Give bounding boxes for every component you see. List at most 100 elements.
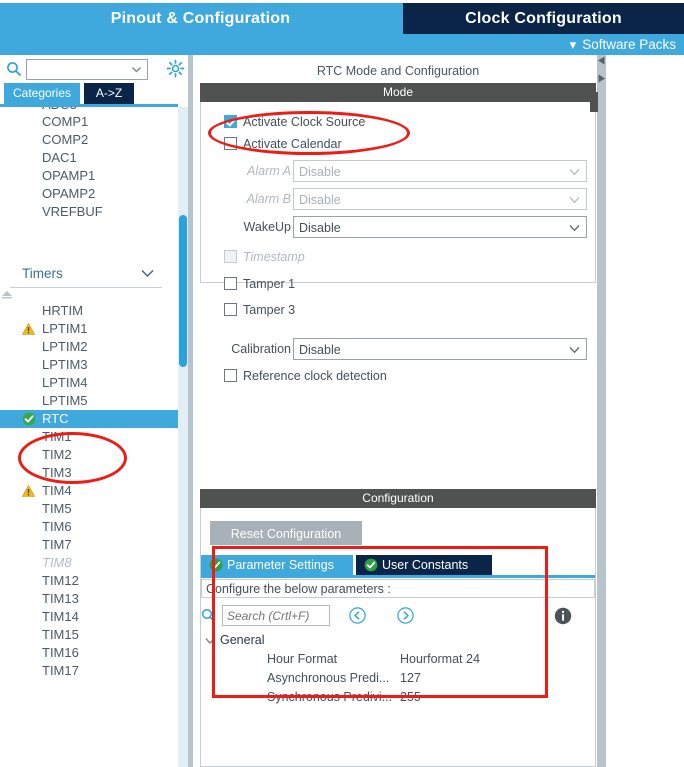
tree-item-tim17[interactable]: TIM17 (0, 662, 178, 680)
warning-icon (22, 485, 35, 497)
checkbox-label: Activate Calendar (243, 137, 342, 151)
gear-icon[interactable] (166, 59, 185, 78)
tree-item-tim13[interactable]: TIM13 (0, 590, 178, 608)
mode-section-header: Mode (200, 83, 596, 102)
sidebar-search-input[interactable] (26, 59, 148, 80)
tree-item-hrtim[interactable]: HRTIM (0, 302, 178, 320)
sidebar-scrollbar-track[interactable] (178, 107, 188, 767)
tree-item-tim1[interactable]: TIM1 (0, 428, 178, 446)
tree-item-dac1[interactable]: DAC1 (0, 149, 178, 167)
tree-group-timers[interactable]: Timers (0, 261, 178, 287)
tab-a-to-z[interactable]: A->Z (84, 83, 134, 104)
tab-categories[interactable]: Categories (4, 83, 80, 104)
chevron-down-icon (132, 67, 141, 73)
tree-item-tim6[interactable]: TIM6 (0, 518, 178, 536)
tab-user-constants[interactable]: User Constants (356, 555, 492, 575)
parameter-row-synchronous-predivider[interactable]: Synchronous Predivi... 255 (201, 688, 595, 707)
green-check-icon (364, 558, 378, 572)
parameter-name: Hour Format (267, 652, 338, 666)
chevron-down-icon (569, 347, 580, 354)
configuration-section-header: Configuration (200, 489, 596, 508)
parameter-value[interactable]: Hourformat 24 (400, 650, 480, 669)
configuration-hint: Configure the below parameters : (201, 579, 595, 598)
tree-item-comp1[interactable]: COMP1 (0, 113, 178, 131)
tab-pinout-configuration[interactable]: Pinout & Configuration (0, 3, 401, 34)
splitter-handle-block[interactable] (590, 92, 598, 112)
chevron-down-icon (569, 169, 580, 176)
tree-item-tim16[interactable]: TIM16 (0, 644, 178, 662)
tree-item-tim2[interactable]: TIM2 (0, 446, 178, 464)
tree-item-label: TIM4 (42, 483, 72, 498)
software-packs-menu[interactable]: ▾ Software Packs (570, 35, 676, 55)
tree-item-tim3[interactable]: TIM3 (0, 464, 178, 482)
parameter-value[interactable]: 127 (400, 669, 421, 688)
sidebar-scrollbar-thumb[interactable] (179, 215, 187, 367)
checkbox-box (224, 369, 237, 382)
chevron-down-icon (569, 225, 580, 232)
right-pane-splitter[interactable] (597, 55, 606, 767)
tree-item-tim8: TIM8 (42, 555, 72, 570)
checkbox-label: Tamper 1 (243, 277, 296, 291)
component-sidebar: Categories A->Z ADC3 COMP1 COMP2 DAC1 OP… (0, 55, 192, 767)
scroll-up-indicator-icon[interactable] (0, 290, 14, 299)
circle-chevron-left-icon[interactable] (349, 607, 366, 624)
parameter-row-hour-format[interactable]: Hour Format Hourformat 24 (201, 650, 595, 669)
software-packs-label: Software Packs (582, 37, 676, 52)
circle-chevron-right-icon[interactable] (397, 607, 414, 624)
tab-clock-configuration[interactable]: Clock Configuration (403, 3, 684, 34)
select-value: Disable (299, 165, 341, 179)
parameter-value[interactable]: 255 (400, 688, 421, 707)
chevron-down-icon (205, 638, 215, 644)
chevron-right-icon[interactable] (597, 74, 606, 83)
tree-item-label: RTC (42, 411, 69, 426)
tree-item-lptim4[interactable]: LPTIM4 (0, 374, 178, 392)
chevron-left-icon[interactable] (597, 56, 606, 65)
field-alarm-a: Alarm A Disable (209, 159, 587, 183)
sidebar-view-tabs: Categories A->Z (0, 83, 192, 104)
tree-item-lptim3[interactable]: LPTIM3 (0, 356, 178, 374)
tree-item-tim14[interactable]: TIM14 (0, 608, 178, 626)
tree-item-comp2[interactable]: COMP2 (0, 131, 178, 149)
parameter-tree: General Hour Format Hourformat 24 Asynch… (201, 631, 595, 741)
field-wakeup: WakeUp Disable (209, 215, 587, 239)
component-tree: ADC3 COMP1 COMP2 DAC1 OPAMP1 OPAMP2 VREF… (0, 107, 178, 767)
info-icon[interactable] (554, 607, 572, 625)
tab-label: Parameter Settings (227, 558, 334, 572)
tree-item-tim4[interactable]: TIM4 (0, 482, 178, 500)
tree-item-tim12[interactable]: TIM12 (0, 572, 178, 590)
tree-item-lptim1[interactable]: LPTIM1 (0, 320, 178, 338)
tree-item-lptim5[interactable]: LPTIM5 (0, 392, 178, 410)
tree-item-label: LPTIM1 (42, 321, 88, 336)
tree-item-rtc[interactable]: RTC (0, 410, 178, 428)
alarm-a-select[interactable]: Disable (293, 160, 587, 182)
sidebar-search-row (0, 55, 192, 83)
checkbox-label: Activate Clock Source (243, 115, 366, 129)
field-label: Alarm A (247, 164, 291, 178)
tree-item-tim7[interactable]: TIM7 (0, 536, 178, 554)
page-title: RTC Mode and Configuration (200, 59, 596, 83)
alarm-b-select[interactable]: Disable (293, 188, 587, 210)
warning-icon (22, 323, 35, 335)
tree-item-tim15[interactable]: TIM15 (0, 626, 178, 644)
tab-parameter-settings[interactable]: Parameter Settings (201, 555, 353, 575)
tree-item-lptim2[interactable]: LPTIM2 (0, 338, 178, 356)
reset-configuration-button[interactable]: Reset Configuration (210, 521, 362, 545)
wakeup-select[interactable]: Disable (293, 216, 587, 238)
field-calibration: Calibration Disable (209, 337, 587, 361)
green-check-icon (209, 558, 223, 572)
tree-item-opamp1[interactable]: OPAMP1 (0, 167, 178, 185)
parameter-group-general[interactable]: General (201, 631, 595, 650)
field-alarm-b: Alarm B Disable (209, 187, 587, 211)
parameter-name: Synchronous Predivi... (267, 690, 393, 704)
tree-item-opamp2[interactable]: OPAMP2 (0, 185, 178, 203)
chevron-down-icon (141, 270, 154, 277)
parameter-row-asynchronous-predivider[interactable]: Asynchronous Predi... 127 (201, 669, 595, 688)
parameter-search-input[interactable] (222, 605, 330, 626)
tree-item-tim5[interactable]: TIM5 (0, 500, 178, 518)
cubemx-window: Pinout & Configuration Clock Configurati… (0, 0, 684, 767)
calibration-select[interactable]: Disable (293, 338, 587, 360)
green-check-icon (22, 412, 36, 426)
checkbox-box (224, 137, 237, 150)
tree-item-vrefbuf[interactable]: VREFBUF (0, 203, 178, 221)
select-value: Disable (299, 193, 341, 207)
